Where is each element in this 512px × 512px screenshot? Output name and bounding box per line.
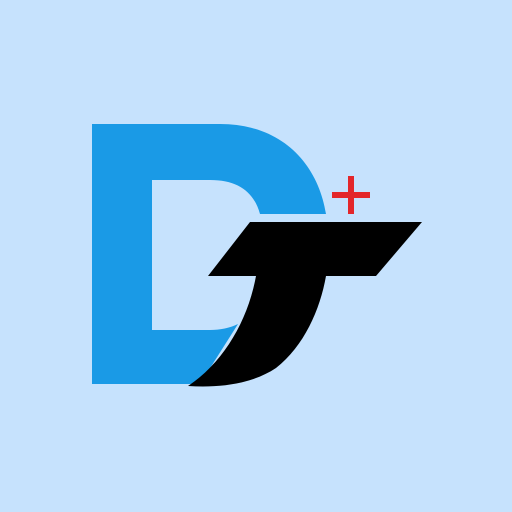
- t-letter-icon: [188, 222, 422, 387]
- plus-horizontal-bar: [332, 192, 370, 198]
- app-icon-canvas: [0, 0, 512, 512]
- brand-logo: [92, 124, 422, 387]
- plus-icon: [332, 176, 370, 214]
